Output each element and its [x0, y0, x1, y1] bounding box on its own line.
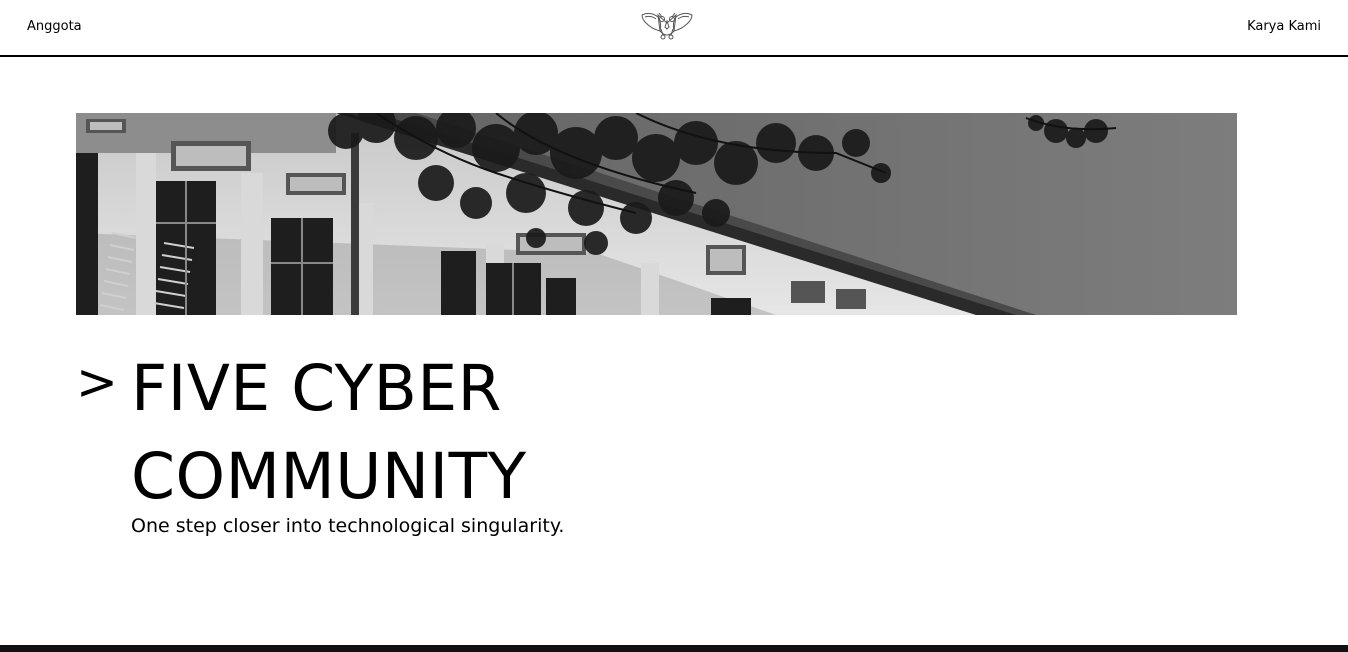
nav-link-anggota[interactable]: Anggota [27, 19, 82, 34]
nav-link-karya-kami[interactable]: Karya Kami [1247, 19, 1321, 34]
footer-bar [0, 645, 1348, 652]
owl-logo-icon[interactable] [640, 9, 694, 41]
hero-building-photo [76, 113, 1237, 315]
tagline: One step closer into technological singu… [131, 515, 565, 537]
page-title: FIVE CYBER COMMUNITY [131, 352, 527, 513]
top-navigation-bar: Anggota Karya Kami [0, 0, 1348, 57]
prompt-symbol: > [76, 353, 118, 411]
